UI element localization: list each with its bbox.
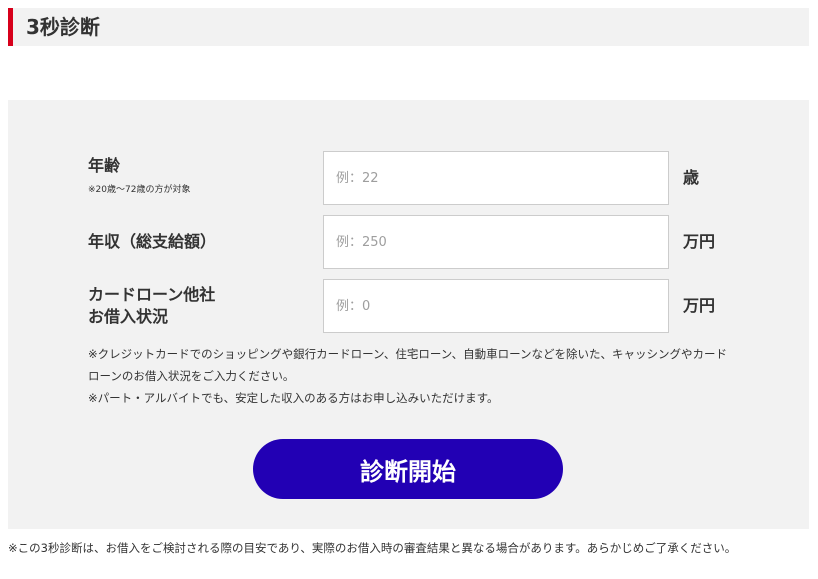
income-unit: 万円 xyxy=(683,232,716,251)
section-header: 3秒診断 xyxy=(8,8,809,46)
diagnosis-form-panel: 年齢 ※20歳〜72歳の方が対象 歳 年収（総支給額） 万円 カードローン他社 … xyxy=(8,100,809,529)
age-label: 年齢 xyxy=(88,156,121,175)
loans-unit: 万円 xyxy=(683,296,716,315)
age-input[interactable] xyxy=(323,151,669,205)
age-range-note: ※20歳〜72歳の方が対象 xyxy=(88,185,191,195)
loans-label-line1: カードローン他社 xyxy=(88,285,216,304)
income-input[interactable] xyxy=(323,215,669,269)
age-row: 年齢 ※20歳〜72歳の方が対象 歳 xyxy=(8,151,809,205)
income-row: 年収（総支給額） 万円 xyxy=(8,215,809,269)
age-unit: 歳 xyxy=(683,168,700,187)
loans-label-line2: お借入状況 xyxy=(88,307,169,326)
loans-input[interactable] xyxy=(323,279,669,333)
loans-label: カードローン他社 お借入状況 xyxy=(88,284,258,328)
disclaimer-text: ※この3秒診断は、お借入をご検討される際の目安であり、実際のお借入時の審査結果と… xyxy=(8,541,737,555)
section-title: 3秒診断 xyxy=(26,15,100,39)
form-note: ※クレジットカードでのショッピングや銀行カードローン、住宅ローン、自動車ローンな… xyxy=(88,347,728,383)
form-note: ※パート・アルバイトでも、安定した収入のある方はお申し込みいただけます。 xyxy=(88,391,499,405)
income-label: 年収（総支給額） xyxy=(88,232,217,251)
start-diagnosis-button[interactable]: 診断開始 xyxy=(253,439,563,499)
loans-row: カードローン他社 お借入状況 万円 xyxy=(8,279,809,333)
form-notes: ※クレジットカードでのショッピングや銀行カードローン、住宅ローン、自動車ローンな… xyxy=(88,343,728,409)
